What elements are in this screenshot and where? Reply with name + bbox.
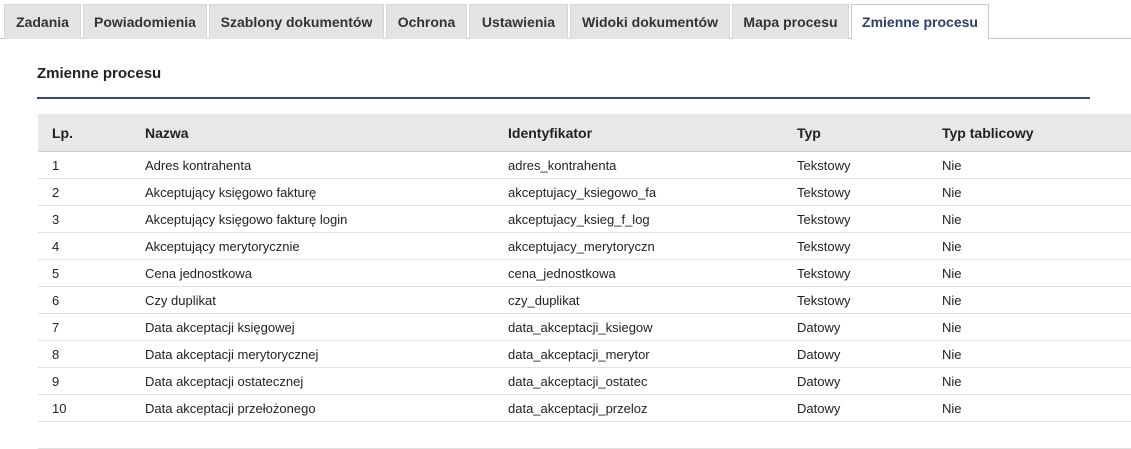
table-row[interactable]: 6 Czy duplikat czy_duplikat Tekstowy Nie (38, 286, 1131, 314)
cell-identifier: akceptujacy_merytoryczn (494, 232, 783, 260)
tab-mapa-procesu[interactable]: Mapa procesu (732, 4, 849, 39)
tab-powiadomienia[interactable]: Powiadomienia (83, 4, 207, 39)
column-header-table-type[interactable]: Typ tablicowy (928, 114, 1131, 152)
tab-ustawienia[interactable]: Ustawienia (469, 4, 568, 39)
cell-table-type: Nie (928, 367, 1131, 395)
cell-type: Tekstowy (783, 205, 928, 233)
cell-lp: 10 (38, 394, 131, 422)
column-header-name[interactable]: Nazwa (131, 114, 494, 152)
cell-lp: 6 (38, 286, 131, 314)
table-row[interactable]: 5 Cena jednostkowa cena_jednostkowa Teks… (38, 259, 1131, 287)
cell-identifier: data_akceptacji_ksiegow (494, 313, 783, 341)
cell-name: Data akceptacji ostatecznej (131, 367, 494, 395)
cell-name: Akceptujący księgowo fakturę (131, 178, 494, 206)
column-header-type[interactable]: Typ (783, 114, 928, 152)
cell-empty (494, 421, 783, 449)
cell-empty (131, 421, 494, 449)
table-row[interactable]: 8 Data akceptacji merytorycznej data_akc… (38, 340, 1131, 368)
cell-lp: 5 (38, 259, 131, 287)
cell-lp: 8 (38, 340, 131, 368)
tab-ochrona[interactable]: Ochrona (386, 4, 467, 39)
cell-identifier: czy_duplikat (494, 286, 783, 314)
cell-type: Tekstowy (783, 259, 928, 287)
table-row[interactable]: 9 Data akceptacji ostatecznej data_akcep… (38, 367, 1131, 395)
table-row[interactable]: 3 Akceptujący księgowo fakturę login akc… (38, 205, 1131, 233)
cell-name: Data akceptacji merytorycznej (131, 340, 494, 368)
table-row[interactable]: 10 Data akceptacji przełożonego data_akc… (38, 394, 1131, 422)
cell-table-type: Nie (928, 340, 1131, 368)
cell-name: Data akceptacji księgowej (131, 313, 494, 341)
cell-lp: 3 (38, 205, 131, 233)
cell-identifier: cena_jednostkowa (494, 259, 783, 287)
cell-name: Akceptujący księgowo fakturę login (131, 205, 494, 233)
cell-type: Datowy (783, 394, 928, 422)
column-header-identifier[interactable]: Identyfikator (494, 114, 783, 152)
cell-table-type: Nie (928, 313, 1131, 341)
table-row[interactable]: 2 Akceptujący księgowo fakturę akceptuja… (38, 178, 1131, 206)
cell-type: Tekstowy (783, 178, 928, 206)
table-row-partial (38, 421, 1131, 449)
cell-table-type: Nie (928, 178, 1131, 206)
column-header-lp[interactable]: Lp. (38, 114, 131, 152)
cell-type: Datowy (783, 367, 928, 395)
tab-widoki-dokumentow[interactable]: Widoki dokumentów (570, 4, 730, 39)
cell-table-type: Nie (928, 286, 1131, 314)
cell-type: Tekstowy (783, 286, 928, 314)
table-row[interactable]: 1 Adres kontrahenta adres_kontrahenta Te… (38, 151, 1131, 179)
cell-lp: 4 (38, 232, 131, 260)
cell-type: Datowy (783, 313, 928, 341)
table-row[interactable]: 4 Akceptujący merytorycznie akceptujacy_… (38, 232, 1131, 260)
cell-identifier: adres_kontrahenta (494, 151, 783, 179)
cell-identifier: akceptujacy_ksiegowo_fa (494, 178, 783, 206)
cell-name: Adres kontrahenta (131, 151, 494, 179)
cell-empty (783, 421, 928, 449)
cell-name: Cena jednostkowa (131, 259, 494, 287)
cell-name: Czy duplikat (131, 286, 494, 314)
tab-bar: Zadania Powiadomienia Szablony dokumentó… (0, 0, 1131, 40)
cell-name: Akceptujący merytorycznie (131, 232, 494, 260)
cell-table-type: Nie (928, 394, 1131, 422)
cell-lp: 1 (38, 151, 131, 179)
cell-type: Tekstowy (783, 151, 928, 179)
cell-lp: 7 (38, 313, 131, 341)
cell-name: Data akceptacji przełożonego (131, 394, 494, 422)
tab-zmienne-procesu[interactable]: Zmienne procesu (851, 4, 989, 40)
title-divider (37, 97, 1090, 99)
process-variables-table: Lp. Nazwa Identyfikator Typ Typ tablicow… (38, 114, 1131, 449)
cell-empty (928, 421, 1131, 449)
cell-empty (38, 421, 131, 449)
cell-identifier: data_akceptacji_ostatec (494, 367, 783, 395)
tab-zadania[interactable]: Zadania (4, 4, 81, 39)
cell-type: Datowy (783, 340, 928, 368)
tab-szablony-dokumentow[interactable]: Szablony dokumentów (209, 4, 384, 39)
cell-identifier: akceptujacy_ksieg_f_log (494, 205, 783, 233)
table-row[interactable]: 7 Data akceptacji księgowej data_akcepta… (38, 313, 1131, 341)
section-title: Zmienne procesu (37, 65, 162, 82)
cell-table-type: Nie (928, 232, 1131, 260)
cell-table-type: Nie (928, 259, 1131, 287)
cell-identifier: data_akceptacji_merytor (494, 340, 783, 368)
cell-type: Tekstowy (783, 232, 928, 260)
cell-lp: 9 (38, 367, 131, 395)
cell-lp: 2 (38, 178, 131, 206)
cell-identifier: data_akceptacji_przeloz (494, 394, 783, 422)
cell-table-type: Nie (928, 205, 1131, 233)
table-header-row: Lp. Nazwa Identyfikator Typ Typ tablicow… (38, 114, 1131, 152)
cell-table-type: Nie (928, 151, 1131, 179)
